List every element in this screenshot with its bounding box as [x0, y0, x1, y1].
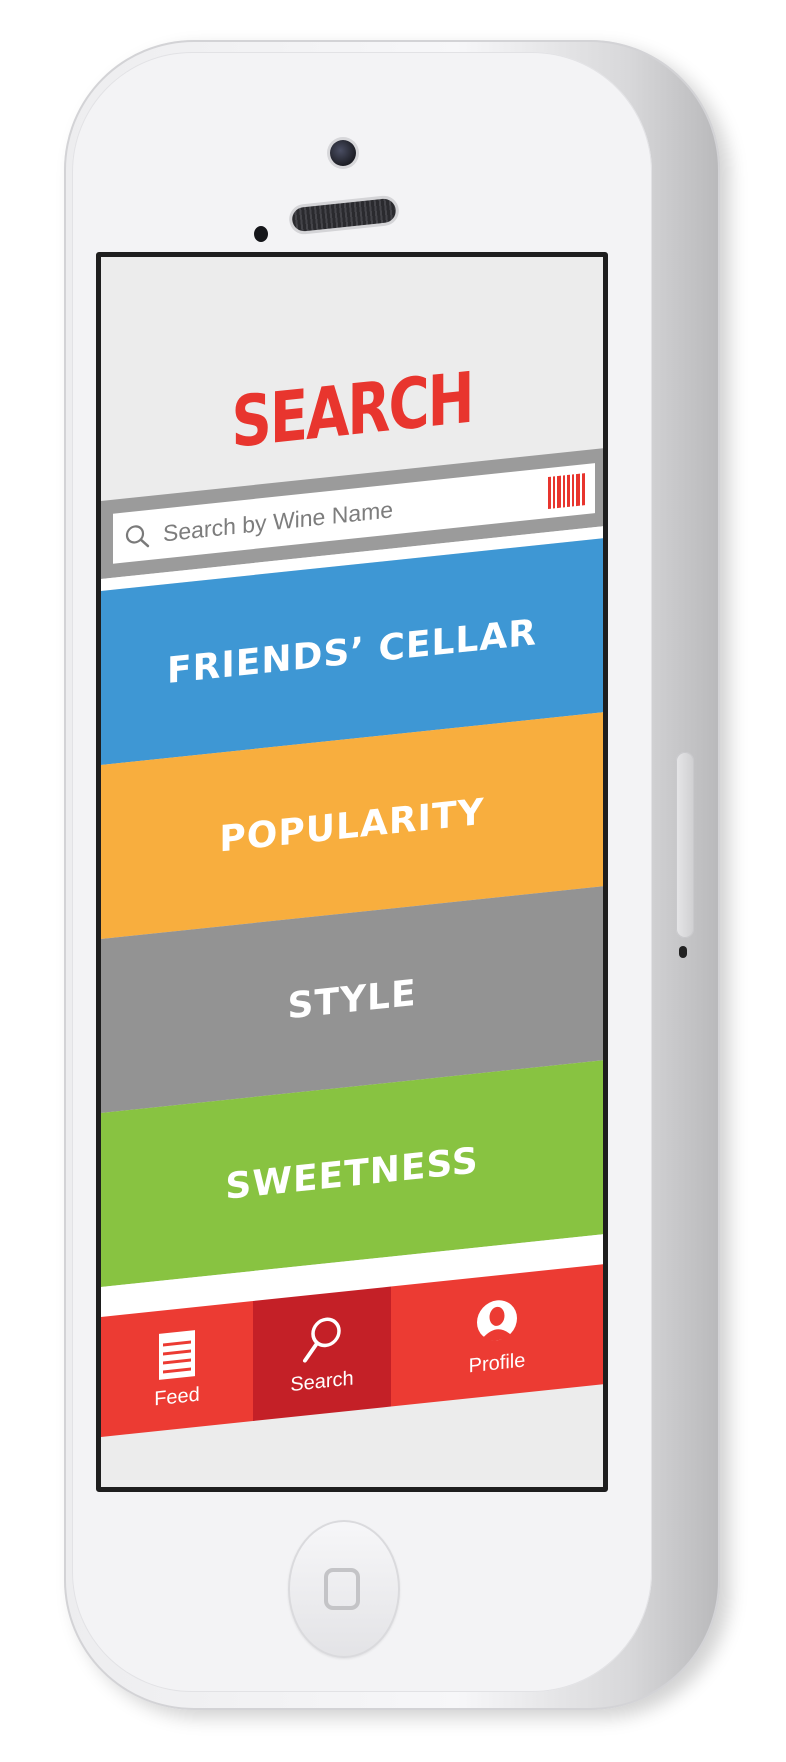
- home-button-icon: [324, 1568, 360, 1610]
- proximity-sensor: [254, 226, 268, 242]
- barcode-scan-button[interactable]: [545, 468, 589, 515]
- person-icon: [477, 1299, 517, 1341]
- app-screen: SEARCH Search by Wine Name FRIENDS’ CELL…: [96, 252, 608, 1492]
- tab-profile[interactable]: Profile: [391, 1264, 603, 1407]
- app-screen-content: SEARCH Search by Wine Name FRIENDS’ CELL…: [101, 257, 603, 1487]
- tab-search[interactable]: Search: [253, 1286, 391, 1422]
- magnifier-icon: [303, 1317, 341, 1363]
- tab-feed[interactable]: Feed: [101, 1301, 253, 1437]
- front-camera: [330, 140, 356, 166]
- phone-side-dot: [679, 946, 687, 958]
- tab-label: Profile: [468, 1348, 526, 1377]
- barcode-icon: [546, 468, 588, 514]
- category-label: FRIENDS’ CELLAR: [167, 611, 537, 692]
- category-label: STYLE: [287, 972, 417, 1027]
- category-label: SWEETNESS: [225, 1139, 479, 1208]
- magnifier-icon: [125, 525, 150, 548]
- tab-label: Feed: [154, 1383, 200, 1410]
- home-button[interactable]: [288, 1520, 400, 1658]
- list-icon: [159, 1329, 195, 1380]
- category-label: POPULARITY: [219, 791, 485, 861]
- phone-volume-button: [676, 752, 694, 938]
- tab-label: Search: [290, 1366, 354, 1396]
